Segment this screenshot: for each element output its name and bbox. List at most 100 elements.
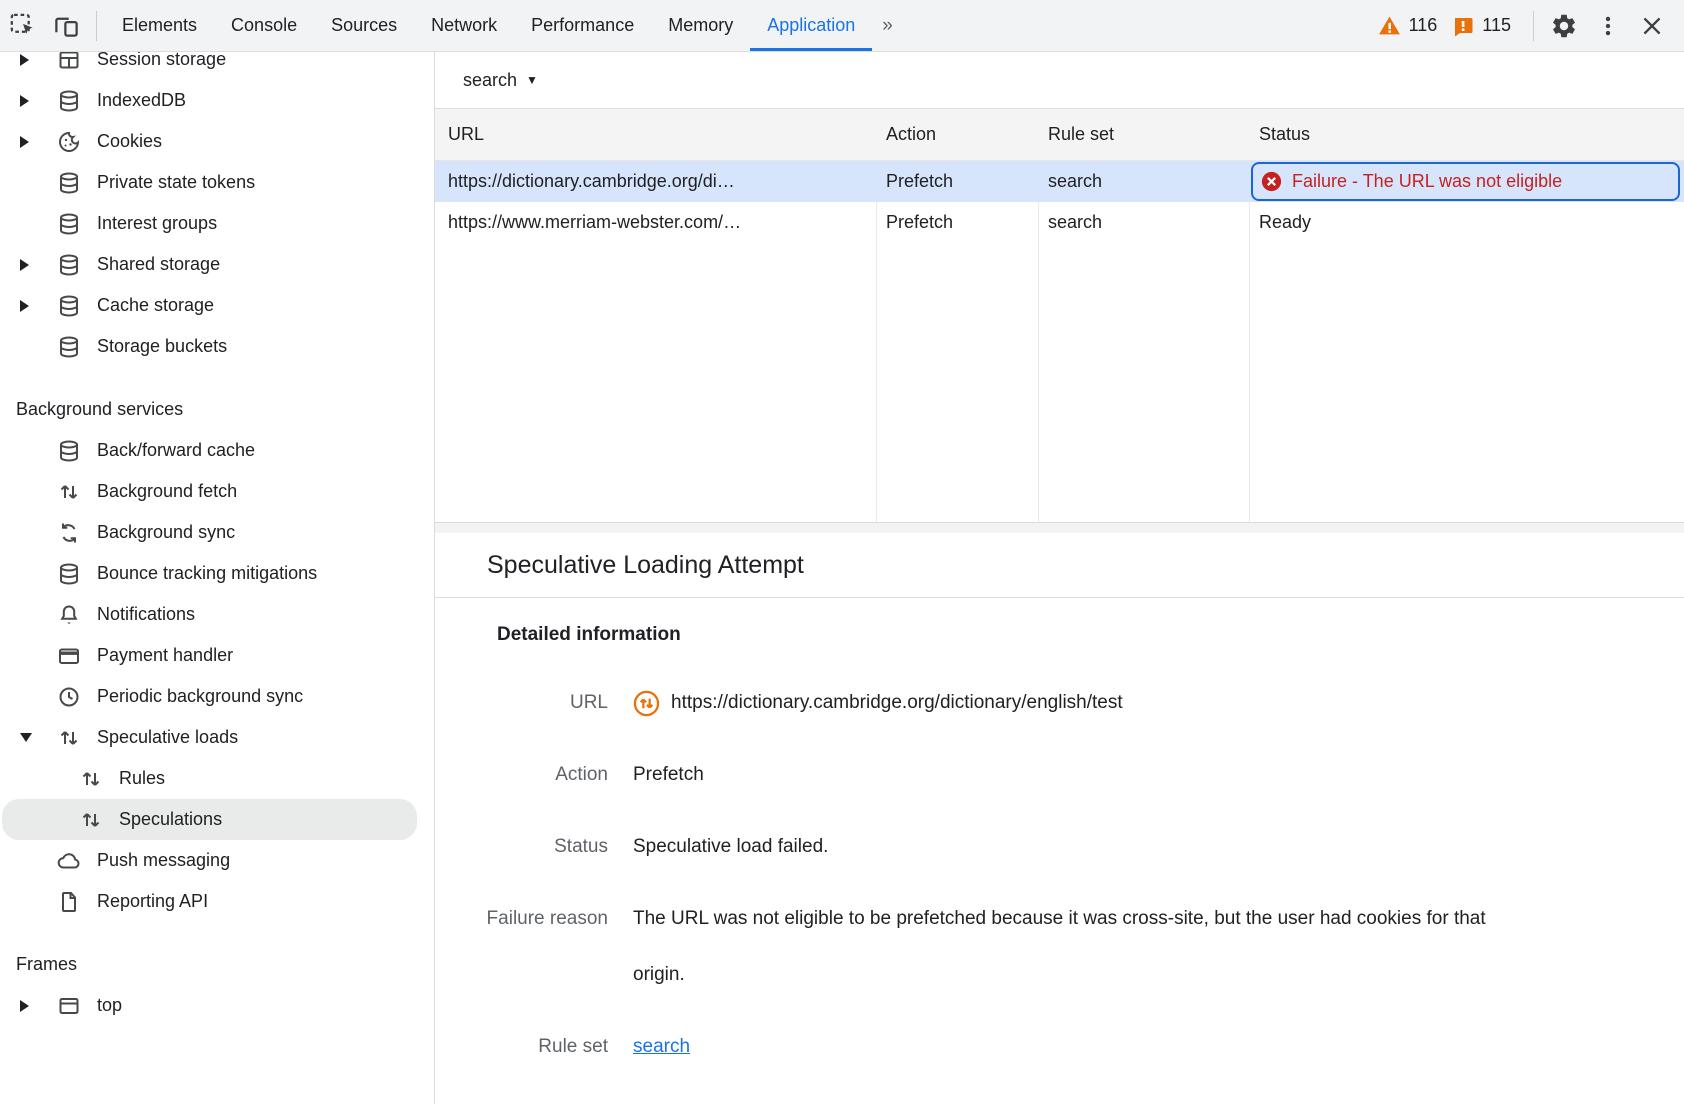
table-icon bbox=[57, 52, 81, 72]
sidebar-item-cookies[interactable]: Cookies bbox=[0, 121, 434, 162]
tab-elements[interactable]: Elements bbox=[105, 0, 214, 51]
sidebar-item-background-sync[interactable]: Background sync bbox=[0, 512, 434, 553]
collapse-arrow-icon[interactable] bbox=[20, 95, 40, 107]
close-icon bbox=[1639, 13, 1665, 39]
sidebar-item-interest-groups[interactable]: Interest groups bbox=[0, 203, 434, 244]
sidebar-item-reporting-api[interactable]: Reporting API bbox=[0, 881, 434, 922]
ruleset-filter-bar: search ▼ bbox=[435, 52, 1684, 109]
tab-network[interactable]: Network bbox=[414, 0, 514, 51]
inspect-element-button[interactable] bbox=[0, 0, 44, 51]
sidebar-item-label: Cookies bbox=[97, 131, 162, 152]
expand-arrow-icon[interactable] bbox=[20, 733, 40, 742]
column-header-url[interactable]: URL bbox=[435, 109, 876, 160]
column-header-rule-set[interactable]: Rule set bbox=[1038, 109, 1249, 160]
action-cell[interactable]: Prefetch bbox=[876, 202, 1038, 243]
sidebar-item-private-state-tokens[interactable]: Private state tokens bbox=[0, 162, 434, 203]
url-label: URL bbox=[435, 675, 608, 731]
sidebar-item-label: Session storage bbox=[97, 52, 226, 70]
more-tabs-button[interactable]: » bbox=[872, 0, 905, 51]
collapse-arrow-icon[interactable] bbox=[20, 300, 40, 312]
status-cell[interactable]: Ready bbox=[1249, 202, 1684, 243]
rule-set-cell[interactable]: search bbox=[1038, 161, 1249, 202]
background-services-section-header: Background services bbox=[0, 389, 434, 430]
database-icon bbox=[57, 253, 81, 277]
collapse-arrow-icon[interactable] bbox=[20, 136, 40, 148]
database-icon bbox=[57, 89, 81, 113]
sidebar-item-top-frame[interactable]: top bbox=[0, 985, 434, 1026]
sidebar-item-bounce-tracking-mitigations[interactable]: Bounce tracking mitigations bbox=[0, 553, 434, 594]
action-label: Action bbox=[435, 747, 608, 803]
column-header-status[interactable]: Status bbox=[1249, 109, 1684, 160]
panel-splitter[interactable] bbox=[435, 523, 1684, 533]
devtools-window: Elements Console Sources Network Perform… bbox=[0, 0, 1684, 1104]
collapse-arrow-icon[interactable] bbox=[20, 54, 40, 66]
settings-button[interactable] bbox=[1542, 12, 1586, 40]
database-icon bbox=[57, 439, 81, 463]
issue-count: 115 bbox=[1482, 15, 1511, 36]
status-failure-badge: Failure - The URL was not eligible bbox=[1251, 162, 1680, 201]
sidebar-item-payment-handler[interactable]: Payment handler bbox=[0, 635, 434, 676]
column-header-action[interactable]: Action bbox=[876, 109, 1038, 160]
warnings-counter[interactable]: 116 bbox=[1377, 13, 1438, 38]
sidebar-item-speculations[interactable]: Speculations bbox=[2, 799, 417, 840]
sidebar-item-label: Shared storage bbox=[97, 254, 220, 275]
issues-counter[interactable]: 115 bbox=[1451, 14, 1511, 38]
sidebar-item-cache-storage[interactable]: Cache storage bbox=[0, 285, 434, 326]
sidebar-item-push-messaging[interactable]: Push messaging bbox=[0, 840, 434, 881]
updown-arrows-icon bbox=[57, 726, 81, 750]
updown-arrows-icon bbox=[57, 480, 81, 504]
detail-row-rule-set: Rule set search bbox=[435, 1019, 1684, 1075]
device-toolbar-button[interactable] bbox=[44, 0, 88, 51]
sidebar-item-indexeddb[interactable]: IndexedDB bbox=[0, 80, 434, 121]
sidebar-item-label: Private state tokens bbox=[97, 172, 255, 193]
bell-icon bbox=[57, 603, 81, 627]
action-cell[interactable]: Prefetch bbox=[876, 161, 1038, 202]
sidebar-item-label: Rules bbox=[119, 768, 165, 789]
sidebar-item-back-forward-cache[interactable]: Back/forward cache bbox=[0, 430, 434, 471]
cloud-icon bbox=[57, 849, 81, 873]
sidebar-item-storage-buckets[interactable]: Storage buckets bbox=[0, 326, 434, 367]
tab-sources[interactable]: Sources bbox=[314, 0, 414, 51]
sidebar-item-label: Periodic background sync bbox=[97, 686, 303, 707]
collapse-arrow-icon[interactable] bbox=[20, 259, 40, 271]
warning-icon bbox=[1377, 13, 1402, 38]
ruleset-filter-dropdown[interactable]: search ▼ bbox=[463, 70, 538, 91]
sidebar-item-periodic-background-sync[interactable]: Periodic background sync bbox=[0, 676, 434, 717]
sidebar-item-session-storage[interactable]: Session storage bbox=[0, 52, 434, 80]
failure-reason-value: The URL was not eligible to be prefetche… bbox=[633, 891, 1488, 1003]
database-icon bbox=[57, 212, 81, 236]
rule-set-link[interactable]: search bbox=[633, 1036, 690, 1057]
url-cell[interactable]: https://dictionary.cambridge.org/di… bbox=[435, 161, 876, 202]
devtools-tabbar: Elements Console Sources Network Perform… bbox=[0, 0, 1684, 52]
tab-performance[interactable]: Performance bbox=[514, 0, 651, 51]
sidebar-item-notifications[interactable]: Notifications bbox=[0, 594, 434, 635]
sidebar-item-shared-storage[interactable]: Shared storage bbox=[0, 244, 434, 285]
table-row[interactable]: https://www.merriam-webster.com/… Prefet… bbox=[435, 202, 1684, 243]
ruleset-filter-label: search bbox=[463, 70, 517, 91]
close-devtools-button[interactable] bbox=[1630, 13, 1674, 39]
sidebar-item-label: Speculations bbox=[119, 809, 222, 830]
rule-set-cell[interactable]: search bbox=[1038, 202, 1249, 243]
sidebar-item-speculative-loads[interactable]: Speculative loads bbox=[0, 717, 434, 758]
device-toolbar-icon bbox=[53, 12, 80, 39]
table-row[interactable]: https://dictionary.cambridge.org/di… Pre… bbox=[435, 161, 1684, 202]
tab-console[interactable]: Console bbox=[214, 0, 314, 51]
detail-row-action: Action Prefetch bbox=[435, 747, 1684, 803]
tab-application[interactable]: Application bbox=[750, 0, 872, 51]
sidebar-item-label: Interest groups bbox=[97, 213, 217, 234]
more-menu-icon bbox=[1595, 13, 1621, 39]
collapse-arrow-icon[interactable] bbox=[20, 1000, 40, 1012]
more-options-button[interactable] bbox=[1586, 13, 1630, 39]
sidebar-item-background-fetch[interactable]: Background fetch bbox=[0, 471, 434, 512]
document-icon bbox=[57, 890, 81, 914]
sidebar-item-label: Cache storage bbox=[97, 295, 214, 316]
tab-memory[interactable]: Memory bbox=[651, 0, 750, 51]
database-icon bbox=[57, 294, 81, 318]
sidebar-item-rules[interactable]: Rules bbox=[0, 758, 434, 799]
database-icon bbox=[57, 171, 81, 195]
card-icon bbox=[57, 644, 81, 668]
frame-icon bbox=[57, 994, 81, 1018]
url-cell[interactable]: https://www.merriam-webster.com/… bbox=[435, 202, 876, 243]
table-header-row: URL Action Rule set Status bbox=[435, 109, 1684, 161]
status-cell[interactable]: Failure - The URL was not eligible bbox=[1249, 161, 1684, 202]
